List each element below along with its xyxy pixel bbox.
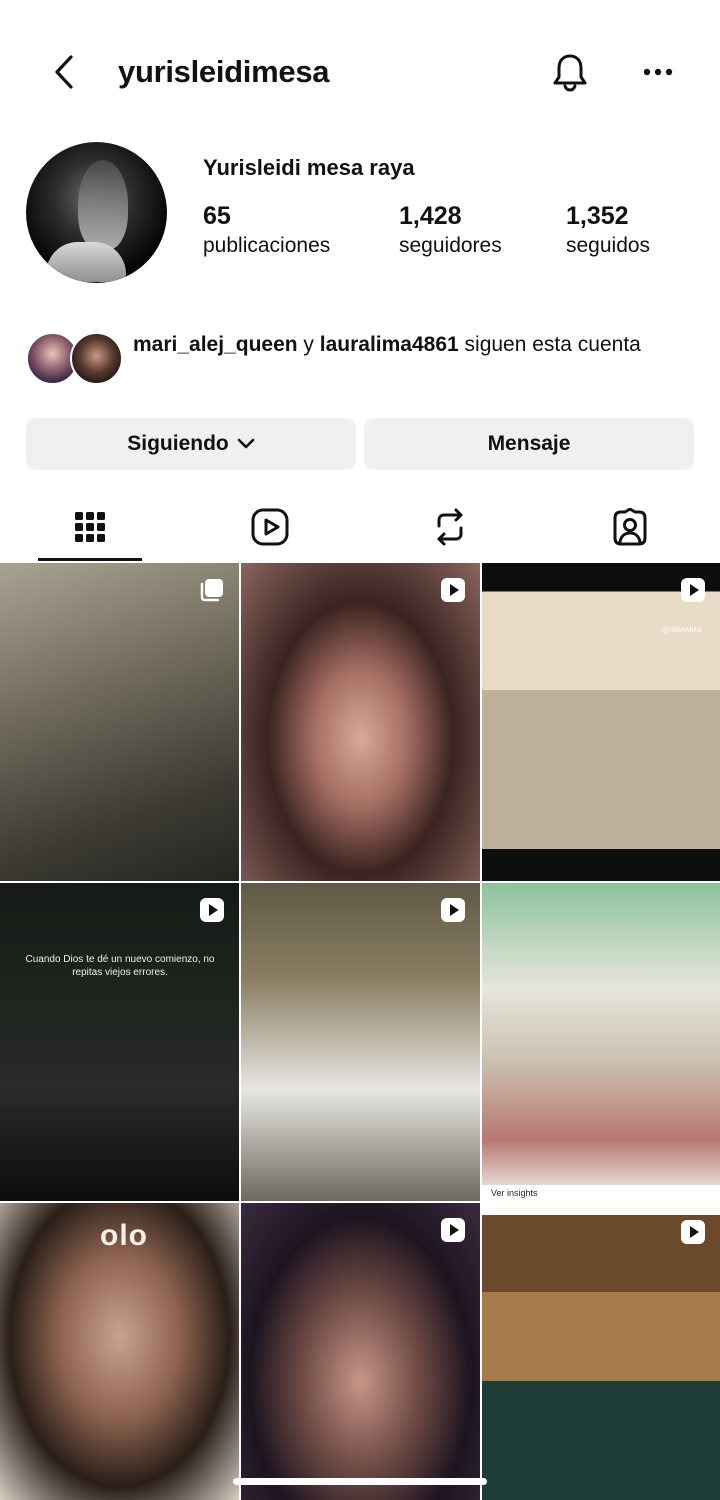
post-overlay-text: Cuando Dios te dé un nuevo comienzo, no … (25, 954, 215, 978)
posts-grid: @ARIAMHG Cuando Dios te dé un nuevo comi… (0, 563, 720, 1500)
post-watermark: @ARIAMHG (662, 627, 702, 634)
following-button-label: Siguiendo (127, 432, 229, 455)
post-thumbnail[interactable]: olo (0, 1203, 239, 1500)
notifications-button[interactable] (548, 50, 592, 94)
repost-icon (437, 508, 463, 546)
followers-count: 1,428 (399, 202, 462, 230)
stat-followers[interactable]: 1,428 seguidores (399, 200, 502, 260)
chevron-left-icon (55, 55, 73, 89)
mutual-followers[interactable]: mari_alej_queen y lauralima4861 siguen e… (26, 332, 706, 392)
tagged-person-icon (613, 508, 647, 546)
post-thumbnail[interactable] (241, 563, 480, 881)
post-thumbnail[interactable] (482, 1203, 720, 1500)
post-thumbnail[interactable] (0, 563, 239, 881)
more-horizontal-icon (643, 68, 673, 76)
tab-reposts[interactable] (398, 496, 502, 558)
profile-full-name: Yurisleidi mesa raya (203, 155, 415, 180)
profile-avatar[interactable] (26, 142, 167, 283)
post-thumbnail[interactable] (241, 1203, 480, 1500)
post-thumbnail[interactable]: @ARIAMHG (482, 563, 720, 881)
carousel-icon (200, 579, 223, 602)
bell-icon (553, 54, 587, 92)
chevron-down-icon (237, 438, 255, 450)
reel-icon (681, 578, 705, 602)
message-button-label: Mensaje (487, 432, 571, 455)
profile-username: yurisleidimesa (118, 54, 330, 89)
mutual-user-1[interactable]: mari_alej_queen (133, 333, 298, 356)
reel-icon (200, 898, 224, 922)
following-count: 1,352 (566, 202, 629, 230)
mutual-suffix: siguen esta cuenta (458, 333, 641, 356)
posts-count: 65 (203, 202, 231, 230)
posts-label: publicaciones (203, 234, 331, 257)
message-button[interactable]: Mensaje (364, 418, 694, 470)
mutual-connector: y (297, 333, 320, 356)
back-button[interactable] (44, 52, 84, 92)
reel-icon (441, 578, 465, 602)
stat-following[interactable]: 1,352 seguidos (566, 200, 650, 260)
grid-icon (75, 512, 105, 542)
following-button[interactable]: Siguiendo (26, 418, 356, 470)
post-thumbnail[interactable]: Cuando Dios te dé un nuevo comienzo, no … (0, 883, 239, 1201)
view-insights-link[interactable]: Ver insights (491, 1188, 538, 1198)
following-label: seguidos (566, 234, 651, 257)
reels-icon (251, 508, 289, 546)
profile-tabs (0, 496, 720, 562)
avatar-figure (78, 160, 128, 250)
home-indicator (233, 1478, 487, 1485)
cap-logo-text: olo (100, 1219, 148, 1252)
stat-posts[interactable]: 65 publicaciones (203, 200, 330, 260)
reel-icon (681, 1220, 705, 1244)
more-options-button[interactable] (636, 52, 680, 92)
tab-grid[interactable] (38, 496, 142, 558)
mutual-user-2[interactable]: lauralima4861 (320, 333, 459, 356)
post-thumbnail[interactable] (482, 883, 720, 1185)
mutual-followers-text: mari_alej_queen y lauralima4861 siguen e… (133, 330, 693, 360)
profile-header: yurisleidimesa (0, 0, 720, 140)
reel-icon (441, 898, 465, 922)
mutual-avatar-2 (70, 332, 123, 385)
reel-icon (441, 1218, 465, 1242)
tab-tagged[interactable] (578, 496, 682, 558)
active-tab-indicator (38, 558, 142, 561)
tab-reels[interactable] (218, 496, 322, 558)
post-thumbnail[interactable] (241, 883, 480, 1201)
followers-label: seguidores (399, 234, 502, 257)
